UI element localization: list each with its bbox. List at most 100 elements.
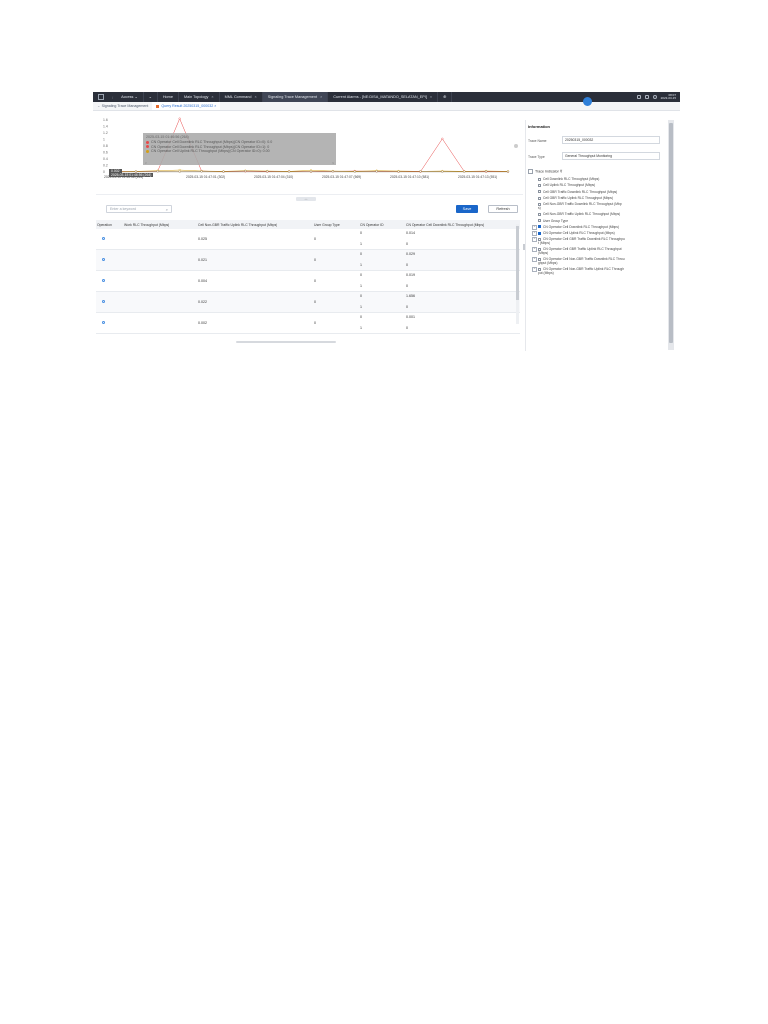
table-horizontal-scrollbar[interactable] bbox=[236, 341, 336, 343]
expand-icon[interactable]: + bbox=[532, 267, 537, 273]
settings-icon[interactable] bbox=[652, 95, 657, 99]
save-button[interactable]: Save bbox=[456, 205, 478, 213]
tab-current-alarms[interactable]: Current Alarms - [NE:DISA_MATANDO_SELATA… bbox=[328, 92, 439, 102]
view-icon[interactable] bbox=[102, 300, 105, 303]
col-user-group-type[interactable]: User Group Type bbox=[314, 223, 340, 227]
tab-access[interactable]: Access ⌄ bbox=[116, 92, 144, 102]
col-cn-dl-throughput[interactable]: CN Operator Cell Downlink RLC Throughput… bbox=[406, 223, 484, 227]
tab-home[interactable]: Home bbox=[158, 92, 179, 102]
tab-mml-command[interactable]: MML Command × bbox=[220, 92, 263, 102]
checkbox-icon[interactable] bbox=[538, 231, 541, 235]
close-icon[interactable]: × bbox=[430, 95, 432, 99]
search-icon[interactable]: ⌕ bbox=[166, 207, 168, 213]
col-operation[interactable]: Operation bbox=[97, 223, 112, 227]
close-icon[interactable]: × bbox=[254, 95, 256, 99]
indicator-item[interactable]: Cell GBR Traffic Uplink RLC Throughput (… bbox=[538, 196, 613, 200]
indicator-item[interactable]: Cell Non-GBR Traffic Downlink RLC Throug… bbox=[538, 202, 622, 210]
indicator-item[interactable]: Cell Downlink RLC Throughput (Mbps) bbox=[538, 177, 599, 181]
expand-icon[interactable]: + bbox=[532, 237, 537, 243]
indicator-label: CN Operator Cell GBR Traffic Uplink RLC … bbox=[543, 247, 622, 252]
cell-cn-id: 1 bbox=[360, 263, 362, 267]
scrollbar-thumb[interactable] bbox=[516, 226, 519, 300]
indicator-item[interactable]: User Group Type bbox=[538, 219, 568, 223]
window-icon[interactable] bbox=[644, 95, 649, 99]
indicator-item[interactable]: Cell GBR Traffic Downlink RLC Throughput… bbox=[538, 190, 617, 194]
table-row[interactable]: 0.025 0 0 1 0.014 0 bbox=[96, 229, 520, 250]
y-tick-label: 0.4 bbox=[103, 157, 108, 161]
tab-label: Main Topology bbox=[183, 95, 209, 99]
y-tick-label: 0 bbox=[103, 170, 105, 174]
table-controls: Enter a keyword ⌕ Save Refresh bbox=[96, 202, 523, 214]
app-menu-icon[interactable] bbox=[93, 92, 109, 102]
indicator-item[interactable]: + CN Operator Cell Uplink RLC Throughput … bbox=[532, 231, 615, 237]
y-tick-label: 1.6 bbox=[103, 118, 108, 122]
series-dot-icon bbox=[146, 140, 149, 144]
close-icon[interactable]: × bbox=[211, 95, 213, 99]
checkbox-icon[interactable] bbox=[538, 212, 541, 216]
search-input[interactable]: Enter a keyword ⌕ bbox=[106, 205, 172, 213]
x-tick-label: 2025-03-15 01:47:04 (310) bbox=[254, 175, 293, 179]
col-nongbr-uplink[interactable]: Cell Non-GBR Traffic Uplink RLC Throughp… bbox=[198, 223, 277, 227]
results-table: Operation Work RLC Throughput (Mbps) Cel… bbox=[96, 220, 520, 334]
view-icon[interactable] bbox=[102, 237, 105, 240]
checkbox-icon[interactable] bbox=[538, 190, 541, 194]
y-tick-label: 1.4 bbox=[103, 125, 108, 129]
tab-main-topology[interactable]: Main Topology × bbox=[179, 92, 220, 102]
indicator-label-cont: ghput (Mbps) bbox=[538, 261, 558, 266]
info-scrollbar[interactable] bbox=[668, 120, 674, 350]
view-icon[interactable] bbox=[102, 321, 105, 324]
expand-icon[interactable]: + bbox=[532, 257, 537, 263]
indicator-item[interactable]: Cell Uplink RLC Throughput (Mbps) bbox=[538, 183, 595, 187]
x-tick-label: 2025-03-15 01:47:01 (302) bbox=[186, 175, 225, 179]
checkbox-icon[interactable] bbox=[538, 196, 541, 200]
table-row[interactable]: 0.002 0 0 1 0.001 0 bbox=[96, 313, 520, 334]
grid-icon[interactable] bbox=[636, 95, 641, 99]
data-point bbox=[288, 170, 291, 173]
chart-tooltip: 2025-03-15 01:46:56 (264) CN Operator Ce… bbox=[143, 133, 336, 165]
data-point bbox=[309, 170, 313, 173]
filter-icon[interactable]: ⊽ bbox=[560, 169, 563, 173]
table-vertical-scrollbar[interactable] bbox=[516, 224, 519, 324]
tab-expand[interactable]: ⌄ bbox=[144, 92, 158, 102]
add-tab-button[interactable]: ⊕ bbox=[438, 92, 453, 102]
checkbox-icon[interactable] bbox=[538, 225, 541, 229]
view-icon[interactable] bbox=[102, 258, 105, 261]
indicator-item[interactable]: Cell Non-GBR Traffic Uplink RLC Throughp… bbox=[538, 212, 620, 216]
checkbox-icon[interactable] bbox=[538, 183, 541, 187]
cell-nongbr: 0.002 bbox=[198, 321, 207, 325]
checkbox-icon[interactable] bbox=[538, 177, 541, 181]
chevron-left-icon[interactable]: < bbox=[145, 161, 147, 165]
trace-type-field[interactable]: General Throughput Monitoring bbox=[562, 152, 660, 160]
refresh-button[interactable]: Refresh bbox=[488, 205, 518, 213]
indicator-item[interactable]: + CN Operator Cell Non-GBR Traffic Uplink… bbox=[532, 267, 624, 275]
floating-action-button[interactable] bbox=[583, 97, 592, 106]
scrollbar-thumb[interactable] bbox=[669, 123, 673, 343]
checkbox-icon[interactable] bbox=[538, 219, 541, 223]
table-row[interactable]: 0.022 0 0 1 1.656 0 bbox=[96, 292, 520, 313]
indicator-item[interactable]: + CN Operator Cell GBR Traffic Uplink RLC… bbox=[532, 247, 622, 255]
tab-signaling-trace-management[interactable]: ← Signaling Trace Management bbox=[93, 102, 152, 110]
table-row[interactable]: 0.021 0 0 1 0.029 0 bbox=[96, 250, 520, 271]
view-icon[interactable] bbox=[102, 279, 105, 282]
trace-name-field[interactable]: 20250315_000032 bbox=[562, 136, 660, 144]
close-icon[interactable]: × bbox=[214, 104, 216, 108]
indicator-item[interactable]: + CN Operator Cell Downlink RLC Throughpu… bbox=[532, 224, 619, 230]
col-work-rlc[interactable]: Work RLC Throughput (Mbps) bbox=[124, 223, 169, 227]
trace-indicator-label: Trace Indicator bbox=[535, 169, 559, 174]
chart-collapse-handle[interactable]: ‹ › bbox=[296, 197, 316, 201]
indicator-label-cont: t (Mbps) bbox=[538, 241, 551, 246]
close-icon[interactable]: × bbox=[320, 95, 322, 99]
chevron-right-icon[interactable]: > bbox=[332, 161, 334, 165]
tab-query-result[interactable]: Query Result 20250315_000032 × bbox=[152, 102, 221, 110]
checkbox-icon[interactable] bbox=[528, 169, 533, 174]
expand-icon[interactable]: + bbox=[532, 231, 537, 237]
expand-icon[interactable]: + bbox=[532, 224, 537, 230]
separator: / bbox=[112, 94, 114, 100]
indicator-item[interactable]: + CN Operator Cell Non-GBR Traffic Downli… bbox=[532, 257, 625, 266]
col-cn-operator-id[interactable]: CN Operator ID bbox=[360, 223, 384, 227]
expand-icon[interactable]: + bbox=[532, 247, 537, 253]
chart-settings-icon[interactable] bbox=[514, 144, 518, 148]
table-row[interactable]: 0.004 0 0 1 0.019 0 bbox=[96, 271, 520, 292]
tab-signaling-trace[interactable]: Signaling Trace Management × bbox=[262, 92, 329, 102]
indicator-item[interactable]: + CN Operator Cell GBR Traffic Downlink R… bbox=[532, 237, 625, 246]
